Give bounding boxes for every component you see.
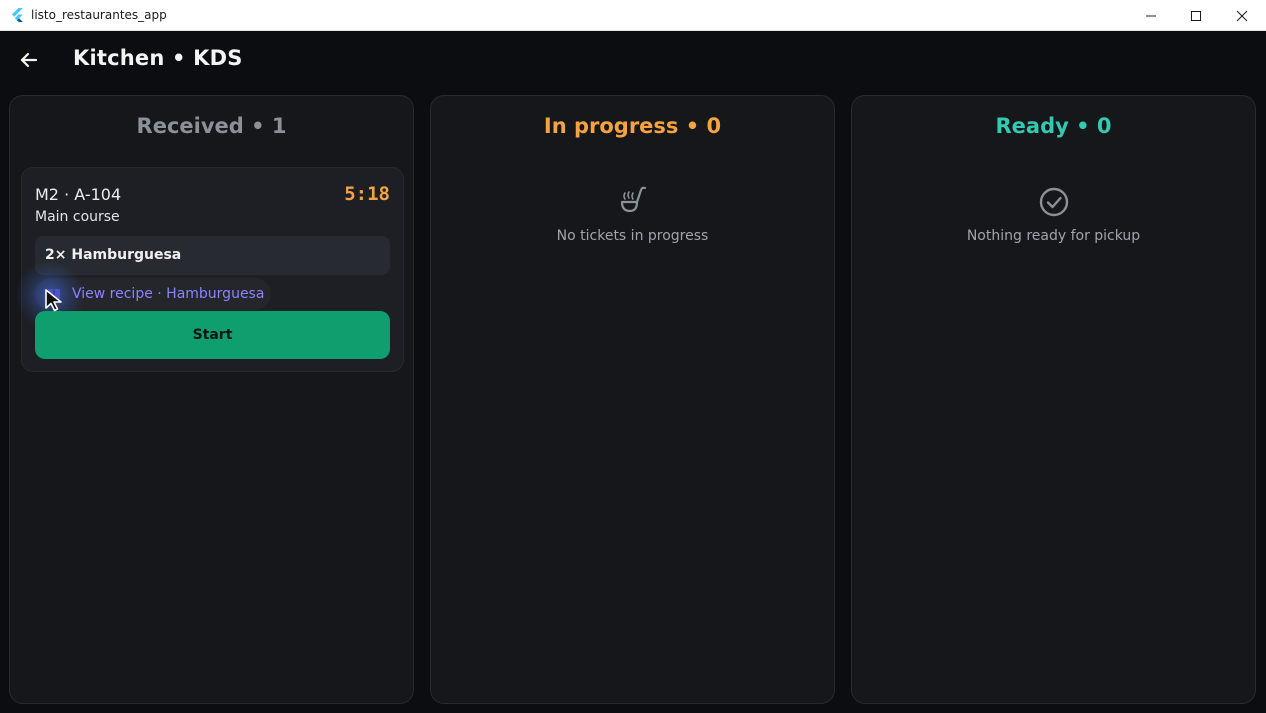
column-title-received: Received • 1 (136, 114, 287, 138)
flutter-logo-icon (12, 8, 23, 22)
close-icon (1236, 10, 1248, 21)
ticket-timer: 5:18 (344, 183, 390, 205)
arrow-left-icon (20, 52, 38, 68)
minimize-icon (1146, 15, 1156, 16)
ticket-item-label: 2× Hamburguesa (45, 247, 182, 263)
ticket-course: Main course (35, 209, 120, 225)
column-received: Received • 1 M2 · A-104 Main course 5:18… (9, 95, 414, 704)
empty-text-in-progress: No tickets in progress (556, 228, 709, 244)
back-button[interactable] (14, 45, 44, 75)
column-title-ready: Ready • 0 (995, 114, 1112, 138)
maximize-button[interactable] (1173, 0, 1219, 31)
view-recipe-link[interactable]: View recipe · Hamburguesa (15, 260, 271, 330)
ticket-card[interactable]: M2 · A-104 Main course 5:18 2× Hamburgue… (15, 167, 404, 372)
close-button[interactable] (1219, 0, 1265, 31)
page-title: Kitchen • KDS (73, 46, 243, 70)
soup-ladle-icon (620, 186, 646, 213)
column-ready: Ready • 0 Nothing ready for pickup (851, 95, 1256, 704)
window-title: listo_restaurantes_app (31, 8, 167, 22)
empty-text-ready: Nothing ready for pickup (966, 228, 1141, 244)
check-circle-icon (1039, 187, 1068, 217)
empty-state-in-progress: No tickets in progress (431, 184, 834, 244)
start-button-label: Start (192, 327, 233, 343)
minimize-button[interactable] (1128, 0, 1174, 31)
column-title-in-progress: In progress • 0 (543, 114, 722, 138)
app-header: Kitchen • KDS (0, 31, 1266, 91)
empty-state-ready: Nothing ready for pickup (852, 184, 1255, 244)
view-recipe-label: View recipe · Hamburguesa (72, 286, 265, 302)
maximize-icon (1191, 10, 1201, 21)
mouse-cursor-icon (45, 289, 62, 312)
ticket-item-row: 2× Hamburguesa (35, 236, 390, 275)
window-titlebar: listo_restaurantes_app (0, 0, 1266, 31)
column-in-progress: In progress • 0 No tickets in progress (430, 95, 835, 704)
ticket-id: M2 · A-104 (35, 185, 122, 204)
start-button[interactable]: Start (35, 311, 390, 359)
